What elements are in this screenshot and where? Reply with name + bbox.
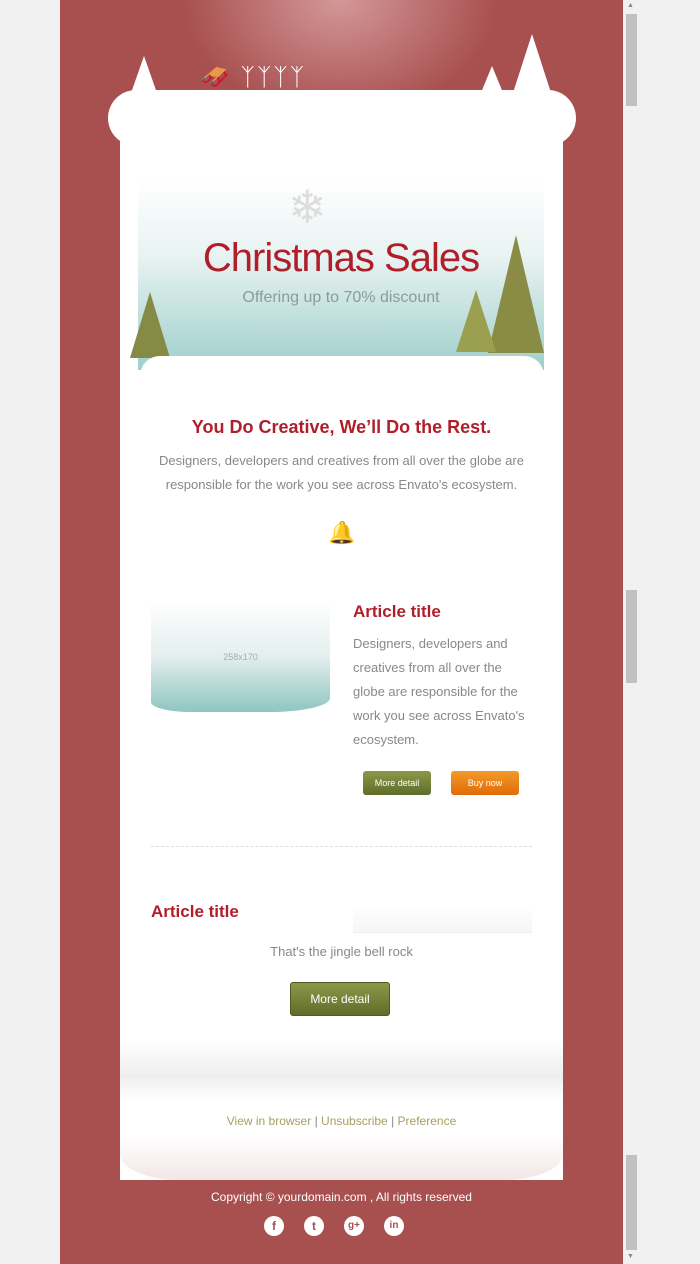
- footer-snow: [120, 1040, 563, 1100]
- more-detail-button[interactable]: More detail: [363, 771, 431, 795]
- bottom-snow: [120, 1136, 563, 1180]
- scrollbar[interactable]: ▲ ▼: [623, 0, 640, 1264]
- intro-text: Designers, developers and creatives from…: [159, 453, 524, 492]
- divider: [151, 846, 532, 847]
- unsubscribe-link[interactable]: Unsubscribe: [321, 1114, 388, 1128]
- scrollbar-thumb[interactable]: [626, 1155, 637, 1250]
- banner-subtitle: Offering up to 70% discount: [242, 289, 440, 306]
- view-in-browser-link[interactable]: View in browser: [227, 1114, 311, 1128]
- banner-title: Christmas Sales: [202, 236, 480, 280]
- separator: |: [314, 1114, 318, 1128]
- facebook-icon[interactable]: f: [264, 1216, 284, 1236]
- twitter-icon[interactable]: t: [304, 1216, 324, 1236]
- intro-heading: You Do Creative, We’ll Do the Rest.: [191, 417, 492, 437]
- article-image: 258x170: [151, 600, 330, 712]
- snowflake-icon: ❄: [288, 181, 327, 233]
- article-image: [353, 905, 532, 933]
- separator: |: [391, 1114, 395, 1128]
- article-text: That's the jingle bell rock: [270, 944, 413, 959]
- preference-link[interactable]: Preference: [398, 1114, 457, 1128]
- article-title[interactable]: Article title: [151, 902, 239, 922]
- scroll-up-icon[interactable]: ▲: [627, 2, 634, 9]
- banner-snow: [140, 356, 544, 396]
- bells-icon: 🔔: [328, 520, 356, 545]
- footer-links: View in browser | Unsubscribe | Preferen…: [120, 1114, 563, 1128]
- scrollbar-thumb[interactable]: [626, 14, 637, 106]
- article-text: Designers, developers and creatives from…: [353, 636, 525, 747]
- sleigh-reindeer-icon: 🛷 ᛉᛉᛉᛉ: [200, 64, 307, 91]
- scrollbar-thumb[interactable]: [626, 590, 637, 683]
- image-placeholder-label: 258x170: [223, 652, 258, 662]
- more-detail-button[interactable]: More detail: [290, 982, 390, 1016]
- scroll-down-icon[interactable]: ▼: [627, 1253, 634, 1260]
- article-title[interactable]: Article title: [353, 602, 441, 622]
- buy-now-button[interactable]: Buy now: [451, 771, 519, 795]
- copyright: Copyright © yourdomain.com , All rights …: [211, 1190, 472, 1204]
- google-plus-icon[interactable]: g+: [344, 1216, 364, 1236]
- linkedin-icon[interactable]: in: [384, 1216, 404, 1236]
